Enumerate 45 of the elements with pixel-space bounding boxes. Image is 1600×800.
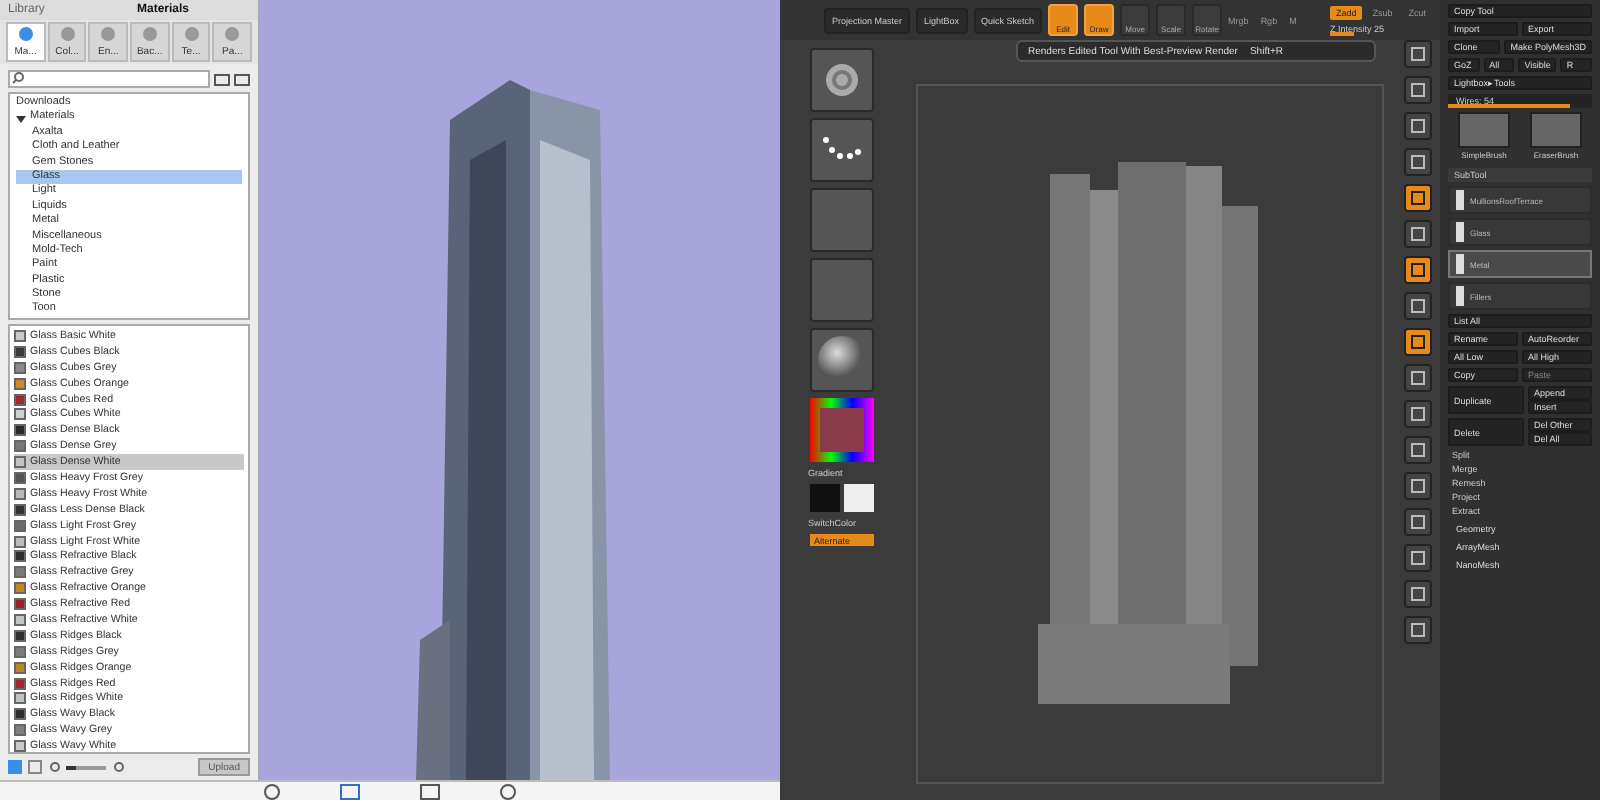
- view-button[interactable]: [1404, 508, 1432, 536]
- view-button[interactable]: [1404, 364, 1432, 392]
- stroke-thumbnail[interactable]: [810, 118, 874, 182]
- brush-thumbnail[interactable]: [1530, 112, 1582, 148]
- expand-arrow-icon[interactable]: [16, 113, 26, 124]
- zoom-out-icon[interactable]: [48, 761, 60, 773]
- view-button[interactable]: [1404, 292, 1432, 320]
- view-button[interactable]: [1404, 220, 1432, 248]
- brush-thumbnail[interactable]: [1458, 112, 1510, 148]
- view-button[interactable]: [1404, 580, 1432, 608]
- material-thumbnail[interactable]: [810, 328, 874, 392]
- view-button[interactable]: [1404, 256, 1432, 284]
- color-swatches[interactable]: [810, 484, 874, 512]
- view-button[interactable]: [1404, 184, 1432, 212]
- brush-thumbnail[interactable]: [810, 48, 874, 112]
- color-picker[interactable]: [810, 398, 874, 462]
- texture-thumbnail[interactable]: [810, 258, 874, 322]
- view-button[interactable]: [1404, 472, 1432, 500]
- sphere-icon: [224, 26, 241, 42]
- frame-icon[interactable]: [340, 783, 360, 799]
- list-view-icon[interactable]: [28, 760, 42, 774]
- canvas[interactable]: [916, 84, 1384, 784]
- view-button[interactable]: [1404, 400, 1432, 428]
- search-field[interactable]: [8, 69, 210, 87]
- sphere-icon: [100, 26, 117, 42]
- sphere-icon: [183, 26, 200, 42]
- search-icon: [12, 72, 24, 84]
- dots-icon: [822, 136, 862, 164]
- view-button[interactable]: [1404, 76, 1432, 104]
- sphere-icon: [141, 26, 158, 42]
- view-button[interactable]: [1404, 436, 1432, 464]
- view-button[interactable]: [1404, 148, 1432, 176]
- circle-icon[interactable]: [500, 783, 516, 799]
- view-button[interactable]: [1404, 544, 1432, 572]
- frame-icon[interactable]: [420, 783, 440, 799]
- view-button[interactable]: [1404, 328, 1432, 356]
- view-button[interactable]: [1404, 616, 1432, 644]
- view-button[interactable]: [1404, 112, 1432, 140]
- sphere-icon: [59, 26, 75, 42]
- circle-icon[interactable]: [264, 783, 280, 799]
- sphere-icon: [17, 26, 34, 42]
- zoom-in-icon[interactable]: [112, 761, 124, 773]
- view-button[interactable]: [1404, 40, 1432, 68]
- swirl-icon: [822, 60, 862, 100]
- alpha-thumbnail[interactable]: [810, 188, 874, 252]
